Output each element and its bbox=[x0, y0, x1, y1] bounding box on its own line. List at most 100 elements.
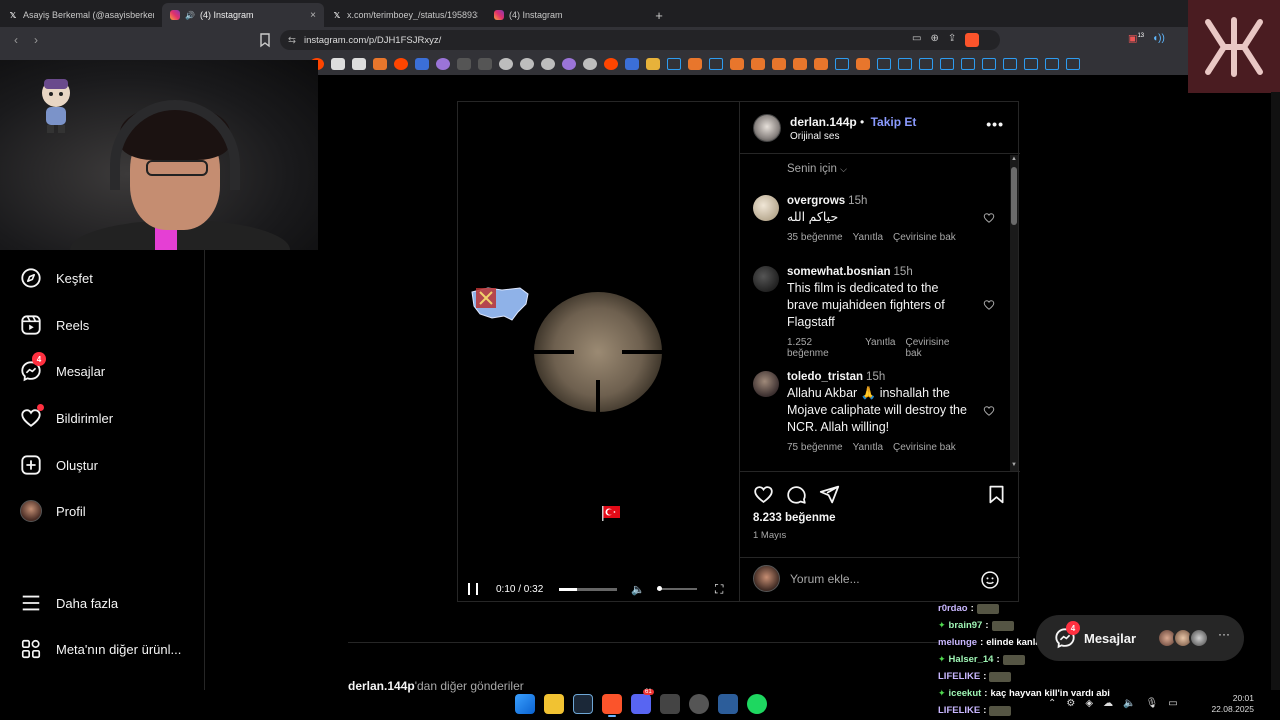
bookmark-steam-icon[interactable] bbox=[898, 58, 912, 70]
comment-username[interactable]: somewhat.bosnian bbox=[787, 266, 891, 278]
commenter-avatar[interactable] bbox=[753, 266, 779, 292]
volume-knob[interactable] bbox=[656, 586, 662, 591]
chat-username[interactable]: LIFELIKE bbox=[938, 671, 980, 682]
commenter-avatar[interactable] bbox=[753, 195, 779, 221]
bookmark-orange-icon[interactable] bbox=[856, 58, 870, 70]
bookmark-steam-icon[interactable] bbox=[982, 58, 996, 70]
messages-dock[interactable]: 4 Mesajlar ··· bbox=[1036, 615, 1244, 661]
brave-browser-icon[interactable] bbox=[602, 694, 622, 717]
bookmark-kick-icon[interactable] bbox=[478, 58, 492, 70]
network-icon[interactable]: ▭ bbox=[1168, 698, 1177, 709]
tray-app-icon[interactable]: ☁ bbox=[1103, 698, 1113, 709]
comment-like-icon[interactable] bbox=[983, 405, 995, 417]
file-explorer-icon[interactable] bbox=[544, 694, 564, 714]
comment-icon[interactable] bbox=[786, 484, 807, 505]
bookmark-circle-icon[interactable] bbox=[373, 58, 387, 70]
scrollbar-thumb[interactable] bbox=[1011, 167, 1017, 225]
bookmark-steam-icon[interactable] bbox=[1045, 58, 1059, 70]
obs-icon[interactable] bbox=[689, 694, 709, 714]
bookmark-steam-icon[interactable] bbox=[1024, 58, 1038, 70]
bookmark-folder-icon[interactable] bbox=[646, 58, 660, 70]
share-icon[interactable]: ⇪ bbox=[948, 33, 956, 47]
bookmark-icon[interactable] bbox=[258, 32, 272, 48]
bookmark-orange-icon[interactable] bbox=[730, 58, 744, 70]
sidebar-item-reels[interactable]: Reels bbox=[20, 314, 89, 336]
comment-username[interactable]: toledo_tristan bbox=[787, 371, 863, 383]
comment-likes[interactable]: 75 beğenme bbox=[787, 442, 843, 453]
bookmark-purple-icon[interactable] bbox=[436, 58, 450, 70]
audio-link[interactable]: Orijinal ses bbox=[790, 131, 839, 142]
more-options-icon[interactable]: ••• bbox=[986, 116, 1004, 132]
bookmark-globe-icon[interactable] bbox=[583, 58, 597, 70]
bookmark-orange-icon[interactable] bbox=[793, 58, 807, 70]
chat-username[interactable]: melunge bbox=[938, 637, 977, 648]
translate-button[interactable]: Çevirisine bak bbox=[893, 232, 956, 243]
site-info-icon[interactable]: ⇆ bbox=[288, 35, 296, 46]
taskbar-clock[interactable]: 20:01 22.08.2025 bbox=[1210, 693, 1254, 715]
cast-icon[interactable]: ▭ bbox=[912, 33, 921, 47]
mute-icon[interactable]: 🔈 bbox=[631, 583, 645, 596]
comments-scrollbar[interactable]: ▲ ▼ bbox=[1010, 155, 1018, 471]
sidebar-item-profile[interactable]: Profil bbox=[20, 500, 86, 522]
pause-icon[interactable] bbox=[468, 583, 478, 595]
translate-button[interactable]: Çevirisine bak bbox=[893, 442, 956, 453]
new-tab-button[interactable]: + bbox=[648, 3, 670, 27]
tab-x-status[interactable]: 𝕏 x.com/terimboey_/status/19589335 bbox=[324, 3, 486, 27]
follow-button[interactable]: Takip Et bbox=[871, 115, 917, 129]
bookmark-feather-icon[interactable] bbox=[562, 58, 576, 70]
bookmark-globe-icon[interactable] bbox=[520, 58, 534, 70]
spotify-icon[interactable] bbox=[747, 694, 767, 714]
tray-app-icon[interactable]: ⚙ bbox=[1066, 698, 1075, 709]
sidebar-item-messages[interactable]: 4 Mesajlar bbox=[20, 352, 105, 382]
page-scrollbar[interactable] bbox=[1271, 92, 1280, 690]
share-icon[interactable] bbox=[819, 484, 840, 505]
bookmark-orange-icon[interactable] bbox=[751, 58, 765, 70]
bookmark-steam-icon[interactable] bbox=[1003, 58, 1017, 70]
chat-username[interactable]: brain97 bbox=[949, 620, 983, 631]
fullscreen-icon[interactable]: ⛶ bbox=[715, 582, 723, 597]
settings-app-icon[interactable] bbox=[718, 694, 738, 714]
bookmark-p-icon[interactable] bbox=[331, 58, 345, 70]
bookmark-dark-icon[interactable] bbox=[457, 58, 471, 70]
comment-sort-dropdown[interactable]: Senin için ⌵ bbox=[787, 163, 847, 175]
like-icon[interactable] bbox=[753, 484, 774, 505]
app-cube-icon[interactable] bbox=[660, 694, 680, 714]
speaker-icon[interactable]: 🔊 bbox=[185, 11, 195, 20]
bookmark-blue-icon[interactable] bbox=[415, 58, 429, 70]
reply-button[interactable]: Yanıtla bbox=[865, 337, 895, 359]
author-avatar[interactable] bbox=[753, 114, 781, 142]
volume-icon[interactable]: 🔈 bbox=[1123, 698, 1135, 709]
comment-like-icon[interactable] bbox=[983, 212, 995, 224]
microphone-icon[interactable]: 🎙 bbox=[1146, 698, 1159, 709]
extension-audio-icon[interactable]: ◖)) bbox=[1152, 33, 1165, 44]
windows-start-icon[interactable] bbox=[515, 694, 535, 714]
reply-button[interactable]: Yanıtla bbox=[853, 232, 883, 243]
bookmark-red-icon[interactable] bbox=[604, 58, 618, 70]
bookmark-globe-icon[interactable] bbox=[541, 58, 555, 70]
sidebar-item-notifications[interactable]: Bildirimler bbox=[20, 404, 113, 429]
comment-likes[interactable]: 1.252 beğenme bbox=[787, 337, 855, 359]
back-icon[interactable]: ‹ bbox=[6, 33, 26, 47]
forward-icon[interactable]: › bbox=[26, 33, 46, 47]
video-progress-bar[interactable] bbox=[559, 587, 618, 591]
scroll-up-icon[interactable]: ▲ bbox=[1011, 156, 1017, 162]
more-options-icon[interactable]: ··· bbox=[1218, 627, 1230, 641]
bookmark-orange-icon[interactable] bbox=[772, 58, 786, 70]
comment-likes[interactable]: 35 beğenme bbox=[787, 232, 843, 243]
comment-like-icon[interactable] bbox=[983, 299, 995, 311]
emoji-icon[interactable] bbox=[980, 570, 1000, 590]
steam-icon[interactable] bbox=[573, 694, 593, 714]
tab-instagram-active[interactable]: 🔊 (4) Instagram × bbox=[162, 3, 324, 27]
comment-username[interactable]: overgrows bbox=[787, 195, 845, 207]
bookmark-steam-icon[interactable] bbox=[667, 58, 681, 70]
bookmark-flag-icon[interactable] bbox=[625, 58, 639, 70]
bookmark-red-icon[interactable] bbox=[394, 58, 408, 70]
bookmark-steam-icon[interactable] bbox=[709, 58, 723, 70]
bookmark-steam-icon[interactable] bbox=[940, 58, 954, 70]
chat-username[interactable]: Halser_14 bbox=[949, 654, 994, 665]
bookmark-a-icon[interactable] bbox=[352, 58, 366, 70]
bookmark-steam-icon[interactable] bbox=[835, 58, 849, 70]
scroll-down-icon[interactable]: ▼ bbox=[1011, 462, 1017, 468]
sidebar-item-explore[interactable]: Keşfet bbox=[20, 267, 93, 289]
bookmark-orange-icon[interactable] bbox=[814, 58, 828, 70]
